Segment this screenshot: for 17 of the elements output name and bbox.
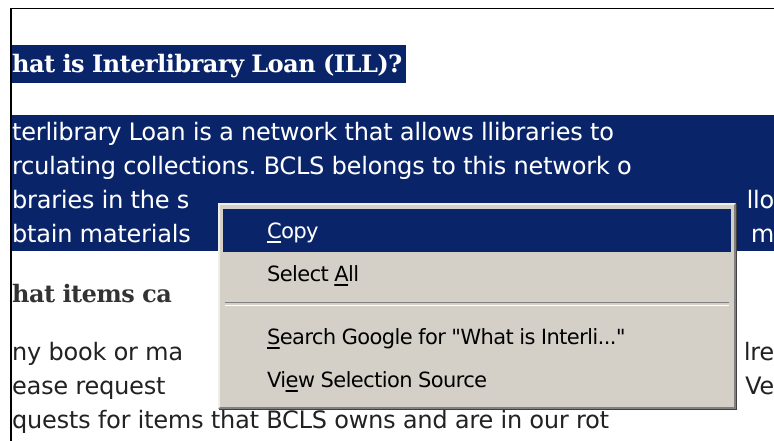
menu-item[interactable]: Select All	[223, 252, 731, 295]
section-heading: hat items ca	[12, 278, 172, 310]
paragraph-text: ease request	[12, 371, 166, 402]
paragraph-text: terlibrary Loan is a network that allows llibraries to	[12, 117, 614, 148]
menu-item[interactable]: Copy	[223, 209, 731, 252]
paragraph-text: Ve	[745, 371, 774, 402]
paragraph-text: ny book or ma	[12, 337, 183, 368]
paragraph-text: m	[750, 219, 774, 250]
paragraph-text: lre	[744, 337, 774, 368]
paragraph-text: quests for items that BCLS owns and are in our rot	[12, 405, 609, 436]
paragraph-text: btain materials	[12, 219, 191, 250]
menu-item[interactable]: View Selection Source	[223, 358, 731, 401]
section-heading: hat is Interlibrary Loan (ILL)?	[12, 45, 406, 83]
paragraph-text: rculating collections. BCLS belongs to this network o	[12, 151, 632, 182]
menu-item[interactable]: Search Google for "What is Interli..."	[223, 315, 731, 358]
paragraph-text: braries in the s	[12, 185, 190, 216]
paragraph-text: llo	[746, 185, 774, 216]
